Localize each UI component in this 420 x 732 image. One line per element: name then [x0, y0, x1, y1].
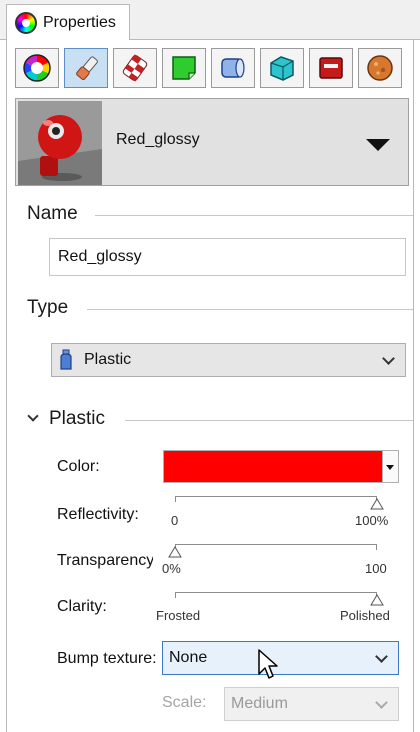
properties-panel: Red_glossy Name Red_glossy Type Plastic … — [6, 40, 414, 732]
reflectivity-min-label: 0 — [171, 513, 179, 528]
material-thumbnail — [18, 101, 102, 185]
clarity-min-label: Frosted — [156, 608, 201, 623]
plastic-heading: Plastic — [49, 408, 105, 429]
material-selector[interactable]: Red_glossy — [15, 98, 409, 186]
bump-texture-label: Bump texture: — [57, 650, 157, 667]
name-field[interactable]: Red_glossy — [49, 238, 406, 276]
name-heading: Name — [27, 203, 78, 224]
paintbrush-icon — [76, 56, 98, 80]
chevron-down-icon — [382, 352, 395, 365]
tab-properties[interactable]: Properties — [6, 4, 130, 41]
type-divider — [87, 309, 413, 310]
toolbar-button-paintbrush[interactable] — [64, 48, 108, 88]
scale-value: Medium — [231, 695, 288, 712]
clarity-slider[interactable] — [175, 592, 377, 598]
blue-cylinder-icon — [221, 58, 245, 78]
bump-texture-value: None — [169, 649, 208, 666]
toolbar-button-blue-cylinder[interactable] — [211, 48, 255, 88]
chevron-down-icon — [375, 650, 388, 663]
type-heading: Type — [27, 297, 69, 318]
reflectivity-label: Reflectivity: — [57, 506, 139, 523]
transparency-min-label: 0% — [162, 561, 181, 576]
color-swatch[interactable] — [163, 450, 383, 483]
chevron-down-icon — [375, 696, 388, 709]
green-sheet-icon — [172, 56, 196, 80]
cyan-object-icon — [270, 56, 294, 81]
toolbar-button-checker-brush[interactable] — [113, 48, 157, 88]
plastic-bottle-icon — [60, 349, 72, 370]
transparency-label: Transparency: — [57, 552, 153, 569]
plastic-divider — [125, 420, 413, 421]
tab-strip: Properties — [0, 0, 420, 41]
color-label: Color: — [57, 458, 100, 475]
material-name: Red_glossy — [116, 131, 200, 148]
toolbar-button-color-wheel[interactable] — [15, 48, 59, 88]
reflectivity-max-label: 100% — [355, 513, 389, 528]
transparency-slider-thumb[interactable] — [168, 546, 182, 558]
color-wheel-icon — [23, 54, 51, 82]
clarity-label: Clarity: — [57, 598, 107, 615]
orange-ball-icon — [367, 55, 393, 81]
scale-select[interactable]: Medium — [224, 687, 399, 721]
transparency-max-label: 100 — [365, 561, 387, 576]
toolbar-button-orange-ball[interactable] — [358, 48, 402, 88]
material-toolbar — [15, 48, 402, 88]
toolbar-button-cyan-object[interactable] — [260, 48, 304, 88]
scale-label: Scale: — [162, 694, 207, 711]
reflectivity-slider[interactable] — [175, 496, 377, 502]
toolbar-button-red-box[interactable] — [309, 48, 353, 88]
red-box-icon — [319, 57, 343, 79]
clarity-slider-thumb[interactable] — [370, 594, 384, 606]
dropdown-arrow-icon[interactable] — [366, 139, 390, 151]
color-wheel-icon — [15, 12, 37, 34]
bump-texture-select[interactable]: None — [162, 641, 399, 675]
collapse-chevron-icon[interactable] — [27, 410, 39, 422]
color-dropdown-button[interactable] — [383, 450, 399, 483]
tab-properties-label: Properties — [43, 14, 116, 31]
checker-brush-icon — [122, 54, 148, 82]
type-select[interactable]: Plastic — [51, 343, 406, 377]
clarity-max-label: Polished — [340, 608, 390, 623]
reflectivity-slider-thumb[interactable] — [370, 498, 384, 510]
mouse-cursor-icon — [258, 649, 278, 679]
toolbar-button-green-sheet[interactable] — [162, 48, 206, 88]
name-divider — [95, 215, 413, 216]
transparency-slider[interactable] — [175, 544, 377, 550]
type-value: Plastic — [84, 351, 132, 368]
